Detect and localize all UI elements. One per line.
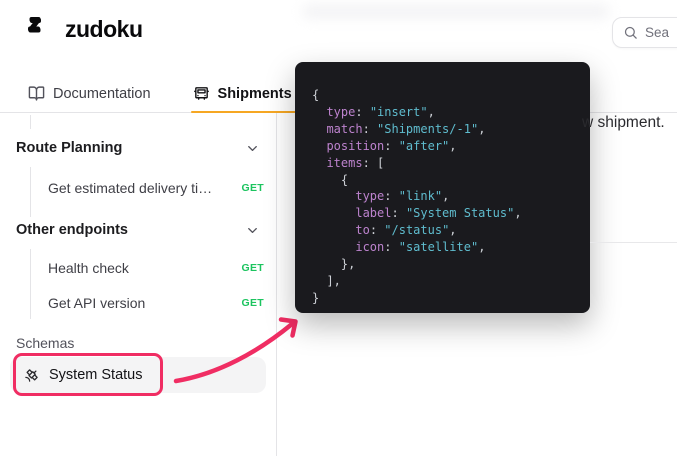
group-label: Other endpoints <box>16 222 128 238</box>
sidebar-item-health-check[interactable]: Health check GET <box>32 253 264 283</box>
top-blur-artifact <box>302 4 610 19</box>
satellite-icon <box>24 368 39 383</box>
schemas-section-label: Schemas <box>16 335 75 351</box>
logo[interactable]: zudoku <box>26 14 143 44</box>
tab-label: Shipments <box>217 85 292 102</box>
endpoint-label: Get estimated delivery ti… <box>48 180 213 196</box>
code-overlay-popover: { type: "insert", match: "Shipments/-1",… <box>295 62 590 313</box>
sidebar-item-system-status[interactable]: System Status <box>10 357 266 393</box>
search-icon <box>624 26 637 39</box>
schema-item-label: System Status <box>49 367 143 383</box>
sidebar-group-route-planning[interactable]: Route Planning <box>16 136 260 160</box>
sidebar-item-get-api-version[interactable]: Get API version GET <box>32 288 264 318</box>
indent-guide <box>30 167 31 217</box>
method-badge: GET <box>241 297 264 309</box>
book-open-icon <box>28 85 45 102</box>
method-badge: GET <box>241 262 264 274</box>
indent-guide <box>30 249 31 319</box>
group-label: Route Planning <box>16 140 123 156</box>
content-divider <box>590 242 677 243</box>
chevron-down-icon <box>245 141 260 156</box>
indent-guide <box>30 115 31 129</box>
content-partial-text: w shipment. <box>582 114 665 131</box>
zudoku-logo-icon <box>28 17 41 33</box>
header: zudoku Sea <box>0 0 677 62</box>
code-snippet: { type: "insert", match: "Shipments/-1",… <box>312 88 522 305</box>
sidebar-group-other-endpoints[interactable]: Other endpoints <box>16 218 260 242</box>
sidebar: Route Planning Get estimated delivery ti… <box>0 113 277 456</box>
logo-text: zudoku <box>65 15 143 42</box>
tab-documentation[interactable]: Documentation <box>28 78 151 109</box>
method-badge: GET <box>241 182 264 194</box>
tab-shipments[interactable]: Shipments <box>190 78 296 113</box>
chevron-down-icon <box>245 223 260 238</box>
endpoint-label: Health check <box>48 260 129 276</box>
truck-icon <box>193 85 210 102</box>
search-visible-text: Sea <box>645 25 670 40</box>
tab-label: Documentation <box>53 85 151 102</box>
endpoint-label: Get API version <box>48 295 146 311</box>
sidebar-item-get-estimated-delivery[interactable]: Get estimated delivery ti… GET <box>32 173 264 203</box>
search-input[interactable]: Sea <box>612 17 677 48</box>
